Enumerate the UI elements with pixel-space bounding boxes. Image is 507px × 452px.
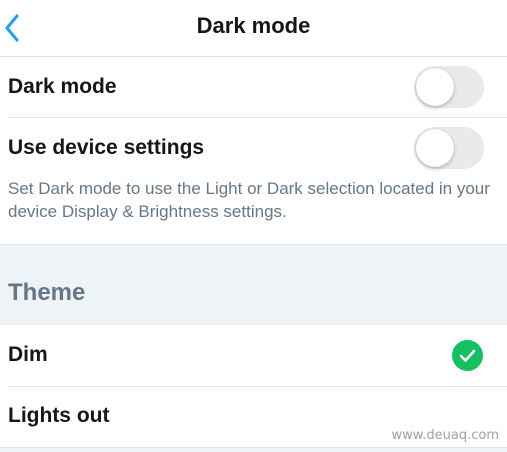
theme-section-header: Theme xyxy=(0,244,507,326)
theme-option-dim[interactable]: Dim xyxy=(0,325,507,386)
use-device-settings-row[interactable]: Use device settings xyxy=(0,118,507,176)
navigation-bar: Dark mode xyxy=(0,0,507,57)
dark-mode-label: Dark mode xyxy=(8,75,117,98)
dark-mode-toggle[interactable] xyxy=(414,66,484,108)
helper-text: Set Dark mode to use the Light or Dark s… xyxy=(8,179,490,221)
theme-section-title: Theme xyxy=(8,279,86,306)
toggle-knob xyxy=(416,68,454,106)
watermark: www.deuaq.com xyxy=(389,428,501,443)
use-device-settings-label: Use device settings xyxy=(8,136,205,159)
checkmark-circle-icon xyxy=(452,340,483,371)
dark-mode-settings-screen: Dark mode Dark mode Use device settings … xyxy=(0,0,507,452)
theme-option-label: Dim xyxy=(8,343,48,366)
theme-option-label: Lights out xyxy=(8,404,110,427)
toggle-knob xyxy=(416,129,454,167)
page-title: Dark mode xyxy=(196,13,311,38)
use-device-settings-toggle[interactable] xyxy=(414,127,484,169)
section-footer xyxy=(0,447,507,452)
dark-mode-row[interactable]: Dark mode xyxy=(0,57,507,117)
